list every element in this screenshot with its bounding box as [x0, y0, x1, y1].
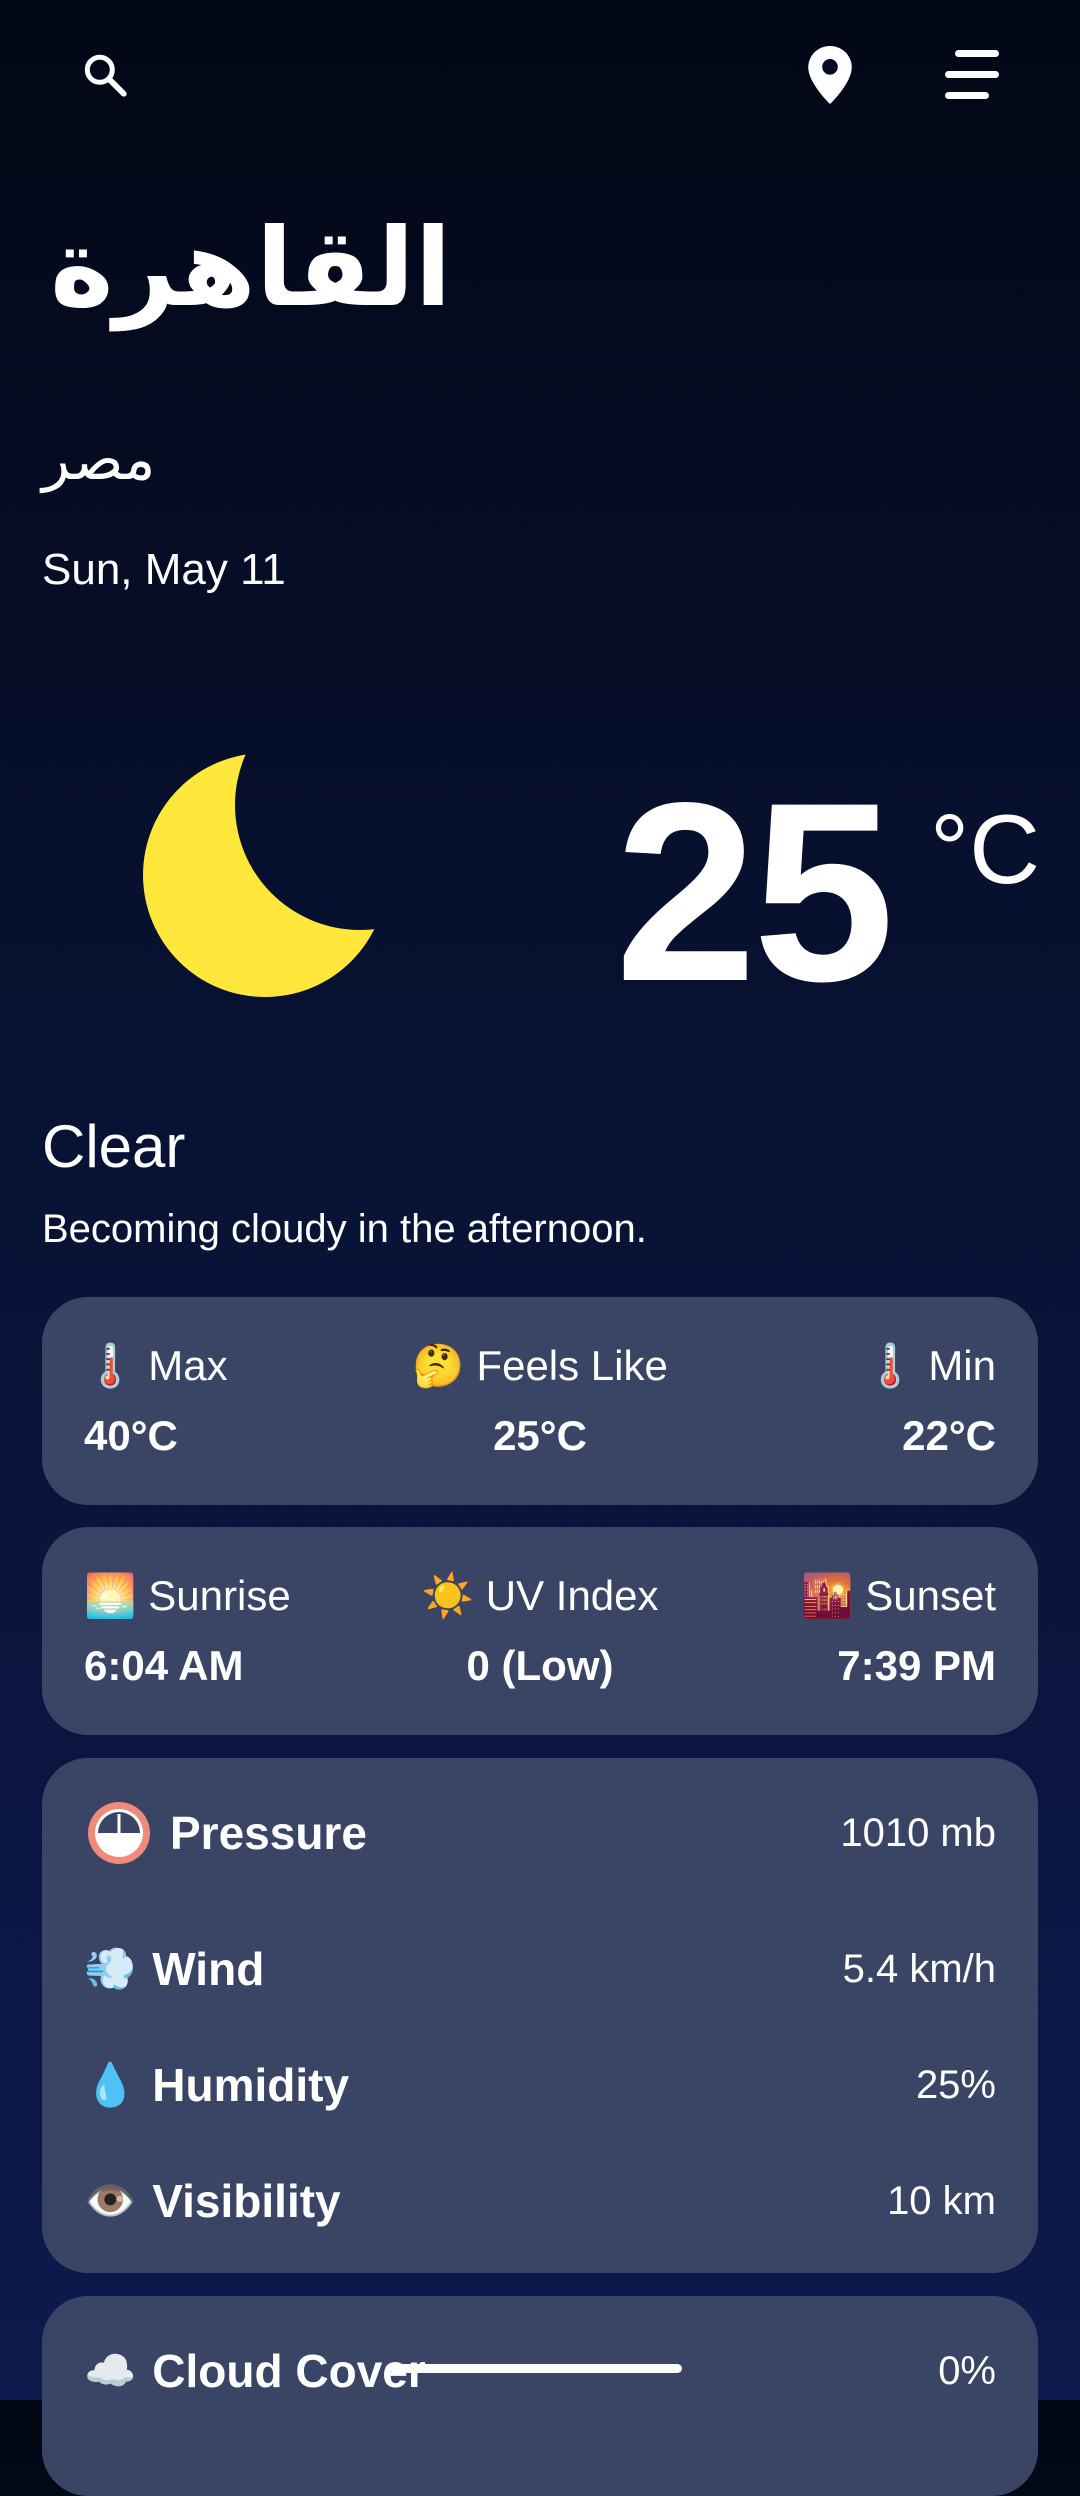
- thermometer-icon: 🌡️: [864, 1341, 917, 1390]
- search-button[interactable]: [70, 40, 140, 110]
- visibility-label: Visibility: [152, 2175, 341, 2227]
- cloud-value: 0%: [938, 2348, 996, 2393]
- wind-value: 5.4 km/h: [842, 1946, 996, 1991]
- menu-icon: [945, 50, 999, 99]
- current-temperature: 25: [615, 750, 895, 1035]
- location-pin-icon: [808, 46, 852, 104]
- pressure-row: Pressure 1010 mb: [84, 1798, 996, 1868]
- sunset-value: 7:39 PM: [837, 1642, 996, 1689]
- details-card: Pressure 1010 mb 💨 Wind 5.4 km/h 💧 Humidit…: [42, 1758, 1038, 2273]
- sunset: 🌇 Sunset 7:39 PM: [801, 1575, 996, 1687]
- search-icon: [84, 54, 127, 97]
- temperature-card: 🌡️ Max 40°C 🤔 Feels Like 25°C 🌡️ Min 22°C: [42, 1297, 1038, 1505]
- sun-card: 🌅 Sunrise 6:04 AM ☀️ UV Index 0 (Low) 🌇 Sun…: [42, 1527, 1038, 1735]
- cloud-card: ☁️ Cloud Cover 0%: [42, 2296, 1038, 2496]
- humidity-label: Humidity: [152, 2059, 350, 2111]
- temperature-unit: °C: [930, 794, 1040, 904]
- min-value: 22°C: [902, 1412, 996, 1459]
- weather-description: Becoming cloudy in the afternoon.: [42, 1207, 647, 1251]
- pressure-value: 1010 mb: [840, 1810, 996, 1855]
- sunset-label: Sunset: [865, 1572, 996, 1619]
- eye-icon: 👁️: [84, 2176, 137, 2225]
- location-button[interactable]: [795, 40, 865, 110]
- visibility-value: 10 km: [887, 2178, 996, 2223]
- droplet-icon: 💧: [84, 2060, 137, 2109]
- wind-row: 💨 Wind 5.4 km/h: [84, 1934, 996, 2004]
- uv-label: UV Index: [485, 1572, 659, 1619]
- min-temp: 🌡️ Min 22°C: [864, 1345, 996, 1457]
- top-app-bar: [0, 40, 1080, 110]
- gauge-icon: [88, 1802, 150, 1864]
- humidity-value: 25%: [915, 2062, 996, 2107]
- city-name: القاهرة: [50, 206, 452, 331]
- sun-icon: ☀️: [421, 1571, 474, 1620]
- humidity-row: 💧 Humidity 25%: [84, 2050, 996, 2120]
- sunset-icon: 🌇: [800, 1571, 854, 1620]
- current-date: Sun, May 11: [42, 545, 286, 594]
- moon-icon: [143, 753, 387, 997]
- wind-label: Wind: [152, 1943, 265, 1995]
- visibility-row: 👁️ Visibility 10 km: [84, 2166, 996, 2236]
- weather-condition: Clear: [42, 1113, 186, 1180]
- wind-icon: 💨: [84, 1944, 137, 1993]
- country-name: مصر: [42, 425, 156, 493]
- pressure-label: Pressure: [170, 1807, 367, 1859]
- menu-button[interactable]: [937, 40, 1007, 110]
- cloud-icon: ☁️: [84, 2346, 137, 2395]
- thinking-face-icon: 🤔: [412, 1341, 465, 1390]
- min-label: Min: [928, 1342, 996, 1389]
- home-indicator[interactable]: [390, 2364, 682, 2373]
- feels-label: Feels Like: [476, 1342, 668, 1389]
- cloud-label: Cloud Cover: [152, 2345, 426, 2397]
